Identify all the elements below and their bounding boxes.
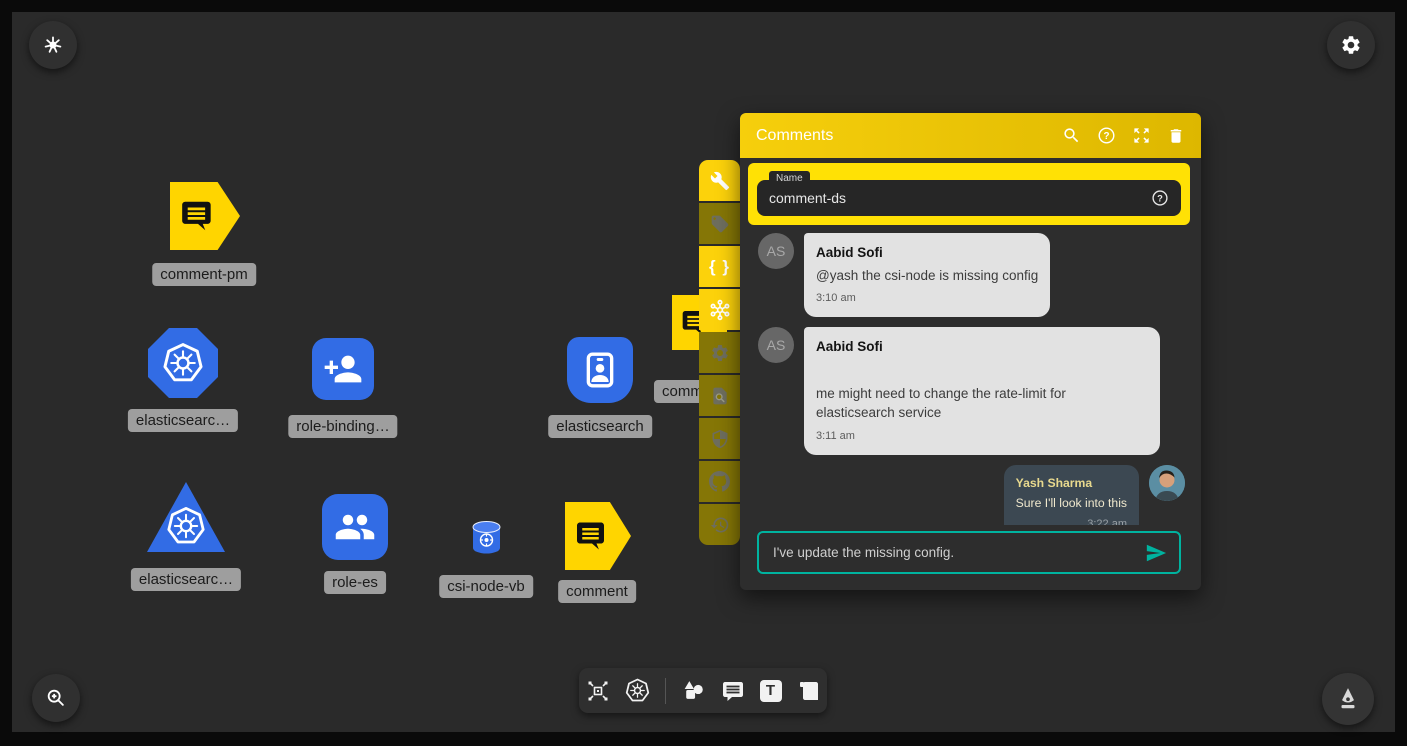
comment-input-field[interactable]: [771, 544, 1145, 561]
node-label: role-binding…: [288, 415, 397, 438]
comments-panel-header[interactable]: Comments ?: [740, 113, 1201, 158]
history-button[interactable]: [699, 504, 740, 545]
components-icon: [586, 679, 610, 703]
comment-icon: [179, 197, 217, 235]
message-author: Yash Sharma: [1016, 475, 1127, 493]
comment-input-row: [740, 525, 1201, 590]
kubernetes-icon: [625, 678, 650, 703]
edit-config-button[interactable]: { }: [699, 246, 740, 287]
github-icon: [709, 471, 730, 492]
comment-message: Yash Sharma Sure I'll look into this 3:2…: [758, 465, 1185, 525]
node-label: comment-pm: [152, 263, 256, 286]
kubernetes-logo-icon: [162, 342, 204, 384]
message-text: @yash the csi-node is missing config: [816, 266, 1038, 286]
delete-icon[interactable]: [1167, 127, 1185, 145]
search-icon[interactable]: [1062, 126, 1081, 145]
history-icon: [710, 515, 730, 535]
comment-message: AS Aabid Sofi @yash the csi-node is miss…: [758, 233, 1185, 317]
node-role-binding[interactable]: [312, 338, 374, 400]
node-label: elasticsearc…: [131, 568, 241, 591]
avatar-photo: [1149, 465, 1185, 501]
settings-action-button[interactable]: [699, 332, 740, 373]
person-add-icon: [323, 349, 363, 389]
node-elasticsearch-octagon[interactable]: [148, 328, 218, 398]
zoom-button[interactable]: [32, 674, 80, 722]
kubernetes-menu-button[interactable]: [29, 21, 77, 69]
shield-icon: [710, 429, 730, 449]
name-field[interactable]: Name comment-ds ?: [757, 180, 1181, 216]
gear-icon: [710, 343, 730, 363]
node-label: elasticsearch: [548, 415, 652, 438]
settings-button[interactable]: [1327, 21, 1375, 69]
help-icon[interactable]: ?: [1151, 189, 1169, 207]
node-label: elasticsearc…: [128, 409, 238, 432]
text-tool[interactable]: T: [760, 680, 782, 702]
node-label: role-es: [324, 571, 386, 594]
user-photo-icon: [1149, 465, 1185, 501]
avatar: AS: [758, 327, 794, 363]
pen-tool-button[interactable]: [1322, 673, 1374, 725]
comment-icon: [574, 518, 610, 554]
policy-button[interactable]: [699, 418, 740, 459]
name-field-value: comment-ds: [769, 190, 1151, 206]
cylinder-volume-icon: [471, 521, 502, 554]
kubernetes-logo-icon: [166, 506, 206, 546]
comment-input[interactable]: [757, 531, 1181, 574]
node-action-toolbar: { }: [699, 160, 740, 545]
svg-text:?: ?: [1103, 131, 1109, 142]
tag-icon: [710, 214, 730, 234]
panel-title: Comments: [756, 127, 1062, 145]
comments-thread[interactable]: AS Aabid Sofi @yash the csi-node is miss…: [740, 227, 1201, 525]
note-icon: [797, 679, 821, 703]
people-icon: [334, 506, 376, 548]
wrench-icon: [710, 171, 730, 191]
comment-message: AS Aabid Sofi me might need to change th…: [758, 327, 1185, 455]
send-button[interactable]: [1145, 542, 1167, 564]
message-time: 3:10 am: [816, 291, 1038, 307]
configure-button[interactable]: [699, 160, 740, 201]
message-author: Aabid Sofi: [816, 243, 1038, 263]
node-role-es[interactable]: [322, 494, 388, 560]
shapes-tool[interactable]: [681, 678, 706, 703]
label-button[interactable]: [699, 203, 740, 244]
name-field-highlight: Name comment-ds ?: [748, 163, 1190, 225]
badge-icon: [580, 350, 620, 390]
inspect-button[interactable]: [699, 375, 740, 416]
comment-icon: [721, 679, 745, 703]
help-icon[interactable]: ?: [1097, 126, 1116, 145]
node-label: comment: [558, 580, 636, 603]
file-search-icon: [710, 386, 730, 406]
components-tool[interactable]: [586, 679, 610, 703]
message-text: me might need to change the rate-limit f…: [816, 384, 1148, 423]
message-time: 3:22 am: [1016, 517, 1127, 525]
node-label: csi-node-vb: [439, 575, 533, 598]
message-author: Aabid Sofi: [816, 337, 1148, 357]
comments-panel: Comments ? Name comment-ds ? AS Aabid So…: [740, 113, 1201, 590]
kubernetes-tool[interactable]: [625, 678, 650, 703]
gear-icon: [1340, 34, 1362, 56]
avatar: AS: [758, 233, 794, 269]
canvas-tools-toolbar: T: [579, 668, 827, 713]
expand-icon[interactable]: [1132, 126, 1151, 145]
shapes-icon: [681, 678, 706, 703]
note-tool[interactable]: [797, 679, 821, 703]
svg-text:?: ?: [1157, 193, 1163, 203]
message-text: Sure I'll look into this: [1016, 495, 1127, 513]
github-button[interactable]: [699, 461, 740, 502]
kubernetes-wheel-icon: [43, 35, 63, 55]
node-elasticsearch-serviceaccount[interactable]: [567, 337, 633, 403]
name-field-label: Name: [769, 171, 810, 186]
send-icon: [1145, 542, 1167, 564]
pen-nib-icon: [1335, 686, 1361, 712]
message-time: 3:11 am: [816, 429, 1148, 445]
comment-tool[interactable]: [721, 679, 745, 703]
toolbar-divider: [665, 678, 666, 704]
kubernetes-resource-button[interactable]: [699, 289, 740, 330]
node-csi-node-vb[interactable]: [471, 521, 502, 554]
kubernetes-icon: [708, 298, 732, 322]
app-window: comment-pm elasticsearc… role-binding… e…: [0, 0, 1407, 746]
zoom-in-icon: [45, 687, 67, 709]
